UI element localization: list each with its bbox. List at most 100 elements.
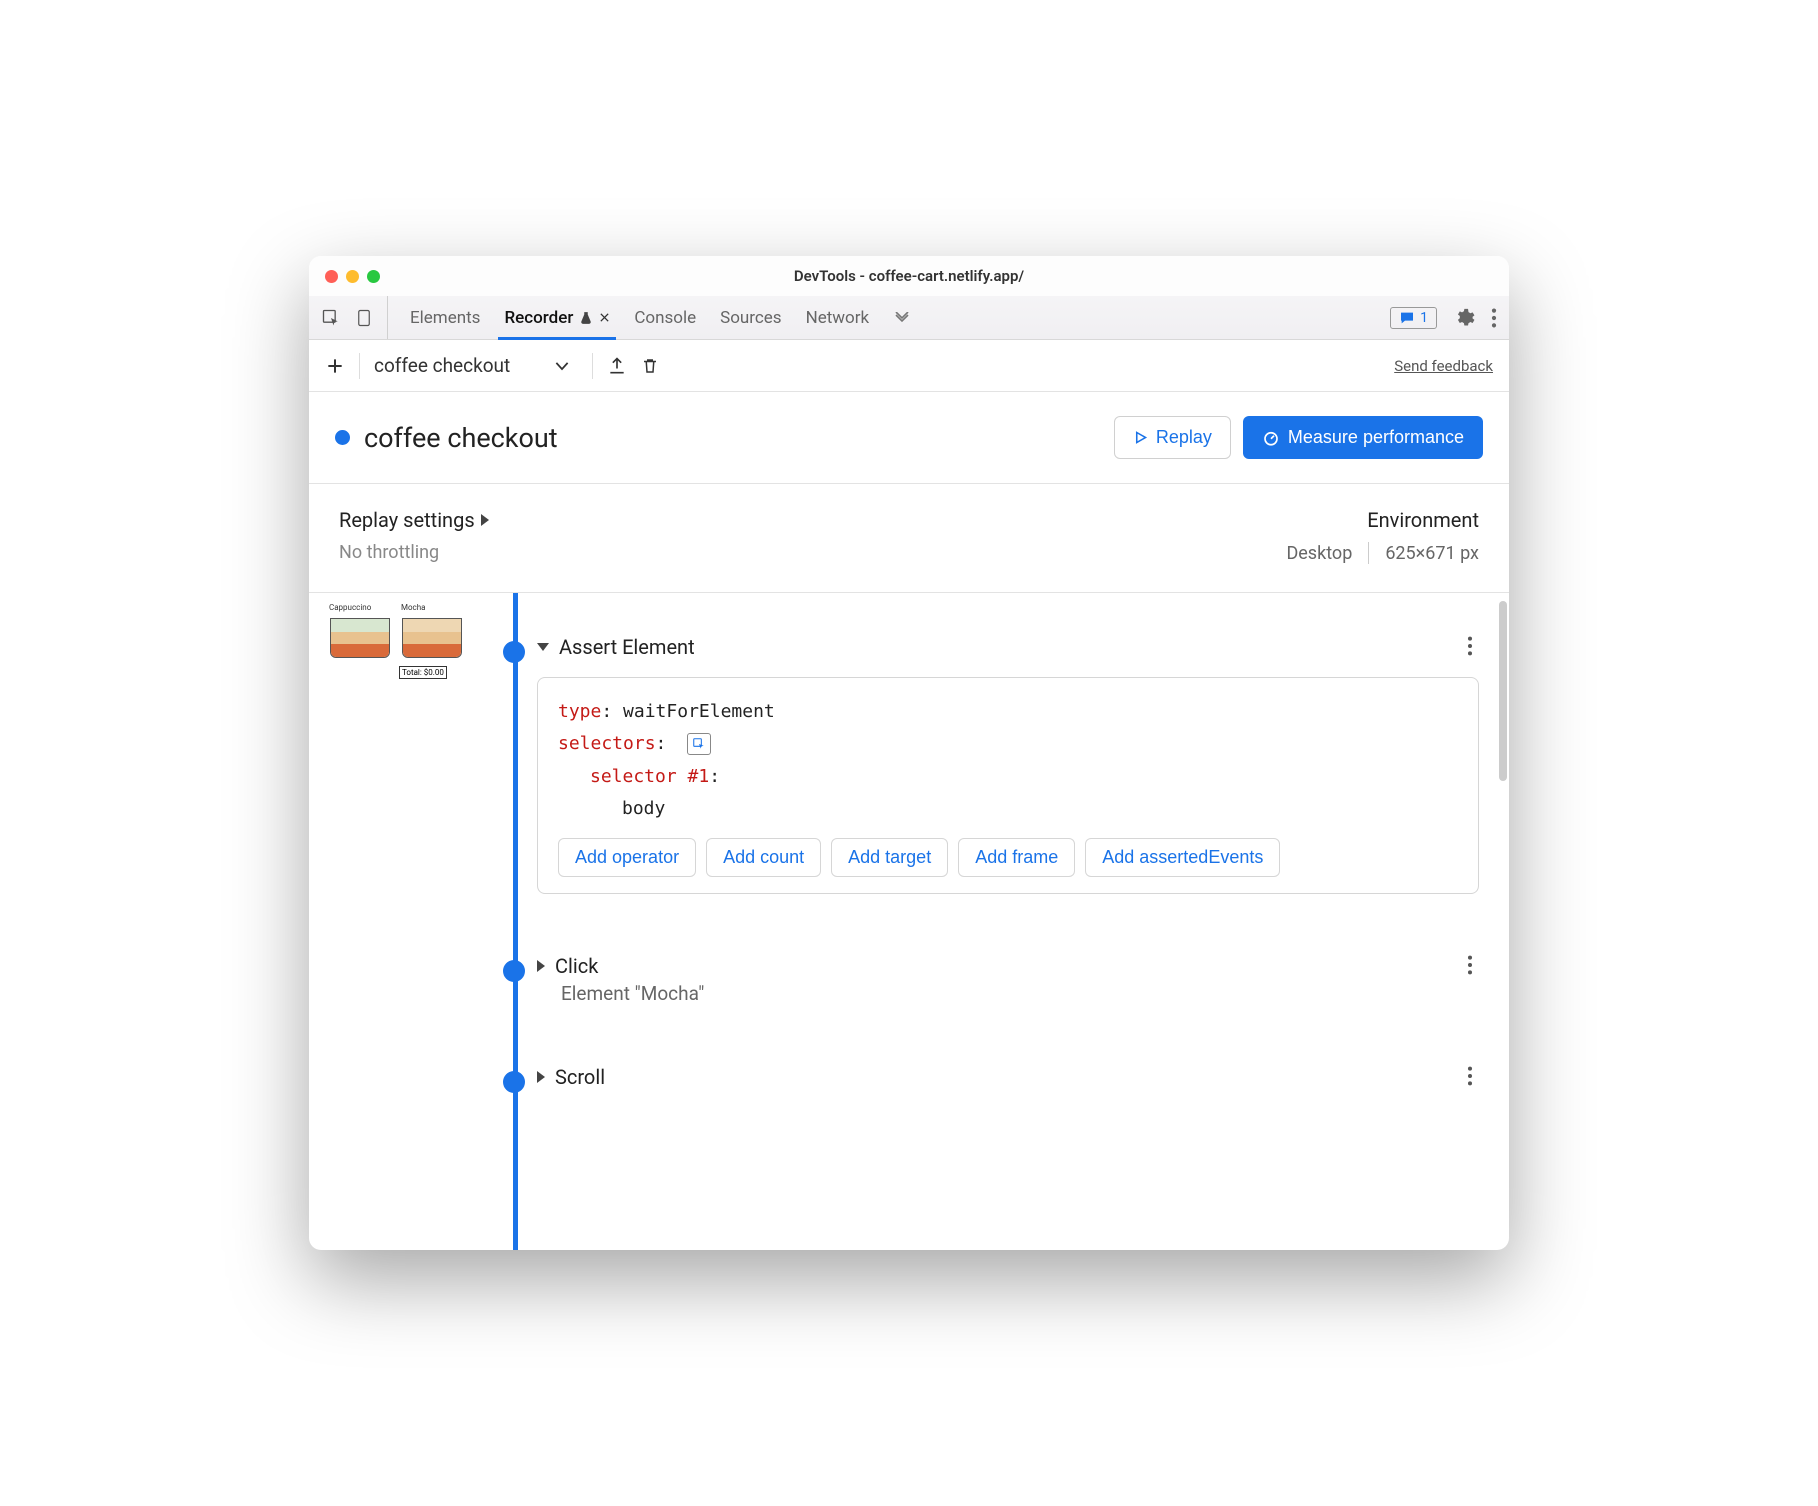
- close-tab-icon[interactable]: [599, 312, 610, 323]
- type-line: type: waitForElement: [558, 696, 1458, 728]
- add-buttons-row: Add operator Add count Add target Add fr…: [558, 838, 1458, 877]
- total-label: Total: $0.00: [399, 666, 447, 679]
- inspect-element-icon[interactable]: [321, 308, 341, 328]
- tabs-list: Elements Recorder Console Sources Networ…: [396, 296, 1372, 339]
- measure-performance-button[interactable]: Measure performance: [1243, 416, 1483, 459]
- play-icon: [1133, 430, 1148, 445]
- issues-count: 1: [1420, 310, 1428, 326]
- export-icon[interactable]: [607, 356, 627, 376]
- recording-header: coffee checkout Replay Measure performan…: [309, 392, 1509, 484]
- recording-selector-chevron-icon[interactable]: [554, 361, 570, 371]
- coffee-cup-icon: [330, 618, 390, 658]
- traffic-lights: [325, 270, 380, 283]
- message-icon: [1399, 310, 1415, 326]
- tab-console[interactable]: Console: [634, 296, 696, 339]
- environment-values: Desktop 625×671 px: [1286, 542, 1479, 564]
- step-scroll: Scroll: [537, 1065, 1479, 1089]
- step-dot: [503, 960, 525, 982]
- step-details-panel: type: waitForElement selectors: selector…: [537, 677, 1479, 894]
- divider: [1368, 542, 1369, 564]
- selectors-key: selectors: [558, 733, 656, 754]
- device-toolbar-icon[interactable]: [355, 308, 373, 328]
- kebab-menu-icon[interactable]: [1491, 307, 1497, 329]
- settings-gear-icon[interactable]: [1453, 307, 1475, 329]
- step-header[interactable]: Scroll: [537, 1065, 1479, 1089]
- devtools-window: DevTools - coffee-cart.netlify.app/ Elem…: [309, 256, 1509, 1250]
- selector-1-label: selector #1: [590, 766, 709, 787]
- replay-button-label: Replay: [1156, 427, 1212, 448]
- replay-settings-row: Replay settings No throttling Environmen…: [309, 484, 1509, 593]
- add-target-button[interactable]: Add target: [831, 838, 948, 877]
- environment-heading: Environment: [1286, 508, 1479, 532]
- recorder-toolbar: coffee checkout Send feedback: [309, 340, 1509, 392]
- device-value: Desktop: [1286, 543, 1352, 564]
- step-kebab-menu-icon[interactable]: [1467, 1065, 1473, 1087]
- delete-trash-icon[interactable]: [641, 356, 659, 376]
- new-recording-icon[interactable]: [325, 356, 345, 376]
- tab-recorder[interactable]: Recorder: [504, 296, 610, 339]
- viewport-value: 625×671 px: [1385, 543, 1479, 564]
- screenshot-preview: Cappuccino Mocha Total: $0.00: [317, 593, 477, 1250]
- send-feedback-link[interactable]: Send feedback: [1394, 357, 1493, 375]
- replay-settings-heading[interactable]: Replay settings: [339, 508, 489, 532]
- type-key: type: [558, 701, 601, 722]
- add-operator-button[interactable]: Add operator: [558, 838, 696, 877]
- measure-performance-label: Measure performance: [1288, 427, 1464, 448]
- divider: [592, 353, 593, 379]
- close-window-button[interactable]: [325, 270, 338, 283]
- add-asserted-events-button[interactable]: Add assertedEvents: [1085, 838, 1280, 877]
- recording-status-dot: [335, 430, 350, 445]
- throttling-value: No throttling: [339, 542, 489, 563]
- price-placeholder: [327, 660, 393, 669]
- tab-network[interactable]: Network: [806, 296, 870, 339]
- element-picker-icon[interactable]: [687, 733, 711, 755]
- selector-1-value-line: body: [558, 793, 1458, 825]
- step-title: Click: [555, 954, 598, 978]
- recording-title: coffee checkout: [364, 422, 1114, 454]
- step-header[interactable]: Click: [537, 954, 1479, 978]
- inspect-tools: [321, 296, 388, 339]
- titlebar: DevTools - coffee-cart.netlify.app/: [309, 256, 1509, 296]
- chevron-down-icon: [537, 643, 549, 651]
- replay-settings-label: Replay settings: [339, 508, 475, 532]
- step-title: Scroll: [555, 1065, 605, 1089]
- replay-button[interactable]: Replay: [1114, 416, 1231, 459]
- add-frame-button[interactable]: Add frame: [958, 838, 1075, 877]
- scrollbar[interactable]: [1499, 601, 1507, 781]
- coffee-cup-icon: [402, 618, 462, 658]
- devtools-tabs-bar: Elements Recorder Console Sources Networ…: [309, 296, 1509, 340]
- timeline-area: Cappuccino Mocha Total: $0.00: [309, 593, 1509, 1250]
- performance-gauge-icon: [1262, 429, 1280, 447]
- step-subtitle: Element "Mocha": [561, 982, 1479, 1005]
- maximize-window-button[interactable]: [367, 270, 380, 283]
- step-kebab-menu-icon[interactable]: [1467, 954, 1473, 976]
- timeline-line: [513, 593, 518, 1250]
- tab-sources[interactable]: Sources: [720, 296, 781, 339]
- step-click: Click Element "Mocha": [537, 954, 1479, 1005]
- chevron-right-icon: [537, 1071, 545, 1083]
- divider: [359, 353, 360, 379]
- recording-selector-name: coffee checkout: [374, 354, 510, 377]
- minimize-window-button[interactable]: [346, 270, 359, 283]
- more-tabs-icon[interactable]: [893, 312, 911, 324]
- step-header[interactable]: Assert Element: [537, 635, 1479, 659]
- step-kebab-menu-icon[interactable]: [1467, 635, 1473, 657]
- selector-1-value: body: [622, 798, 665, 819]
- step-assert-element: Assert Element type: waitForElement sele…: [537, 635, 1479, 894]
- replay-settings-col: Replay settings No throttling: [339, 508, 489, 564]
- chevron-right-icon: [481, 514, 489, 526]
- screenshot-preview-1: Cappuccino: [327, 603, 393, 669]
- environment-col: Environment Desktop 625×671 px: [1286, 508, 1479, 564]
- issues-badge[interactable]: 1: [1390, 307, 1437, 329]
- window-title: DevTools - coffee-cart.netlify.app/: [309, 267, 1509, 285]
- chevron-right-icon: [537, 960, 545, 972]
- step-title: Assert Element: [559, 635, 695, 659]
- selector-1-line: selector #1:: [558, 761, 1458, 793]
- selectors-line: selectors:: [558, 728, 1458, 760]
- recorder-flask-icon: [579, 311, 593, 325]
- screenshot-preview-2: Mocha Total: $0.00: [399, 603, 465, 679]
- add-count-button[interactable]: Add count: [706, 838, 821, 877]
- tab-recorder-label: Recorder: [504, 308, 573, 328]
- cup-label-2: Mocha: [399, 603, 465, 612]
- tab-elements[interactable]: Elements: [410, 296, 480, 339]
